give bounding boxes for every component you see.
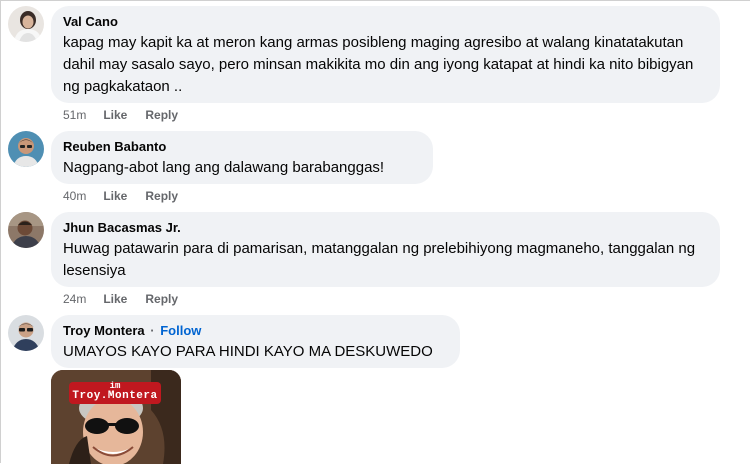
comment-time[interactable]: 24m	[63, 291, 86, 307]
comment-bubble: Reuben Babanto Nagpang-abot lang ang dal…	[51, 131, 433, 184]
comment-text: Huwag patawarin para di pamarisan, matan…	[63, 240, 696, 279]
sticker-tag-name: Troy.Montera	[72, 390, 158, 402]
comment-time[interactable]: 51m	[63, 107, 86, 123]
avatar[interactable]	[8, 131, 44, 167]
comment-actions: 24m Like Reply	[63, 291, 178, 307]
like-button[interactable]: Like	[103, 188, 127, 204]
sticker-name-tag: im Troy.Montera	[69, 381, 161, 404]
comment-author[interactable]: Jhun Bacasmas Jr.	[63, 219, 708, 236]
comment-bubble: Val Cano kapag may kapit ka at meron kan…	[51, 6, 720, 103]
comment-bubble: Troy Montera · Follow UMAYOS KAYO PARA H…	[51, 315, 460, 368]
avatar-photo-icon	[8, 131, 44, 167]
reply-button[interactable]: Reply	[145, 107, 178, 123]
reply-button[interactable]: Reply	[145, 188, 178, 204]
comment-author[interactable]: Val Cano	[63, 13, 708, 30]
comment-author[interactable]: Reuben Babanto	[63, 138, 421, 155]
avatar[interactable]	[8, 6, 44, 42]
avatar[interactable]	[8, 315, 44, 351]
comment-actions: 40m Like Reply	[63, 188, 178, 204]
like-button[interactable]: Like	[103, 107, 127, 123]
comment-bubble: Jhun Bacasmas Jr. Huwag patawarin para d…	[51, 212, 720, 287]
comment-text: UMAYOS KAYO PARA HINDI KAYO MA DESKUWEDO	[63, 343, 433, 360]
follow-button[interactable]: Follow	[160, 323, 201, 338]
avatar-photo-icon	[8, 212, 44, 248]
avatar-photo-icon	[8, 6, 44, 42]
comment-author[interactable]: Troy Montera	[63, 323, 145, 338]
reply-button[interactable]: Reply	[145, 291, 178, 307]
comment-header: Troy Montera · Follow	[63, 322, 448, 339]
comment-text: kapag may kapit ka at meron kang armas p…	[63, 34, 694, 95]
comment-actions: 51m Like Reply	[63, 107, 178, 123]
avatar[interactable]	[8, 212, 44, 248]
like-button[interactable]: Like	[103, 291, 127, 307]
comment-time[interactable]: 40m	[63, 188, 86, 204]
avatar-photo-icon	[8, 315, 44, 351]
comment-thread: Val Cano kapag may kapit ka at meron kan…	[0, 0, 750, 464]
comment-text: Nagpang-abot lang ang dalawang barabangg…	[63, 159, 385, 176]
follow-separator: ·	[150, 323, 155, 338]
sticker-photo-attachment[interactable]: im Troy.Montera	[51, 370, 181, 464]
